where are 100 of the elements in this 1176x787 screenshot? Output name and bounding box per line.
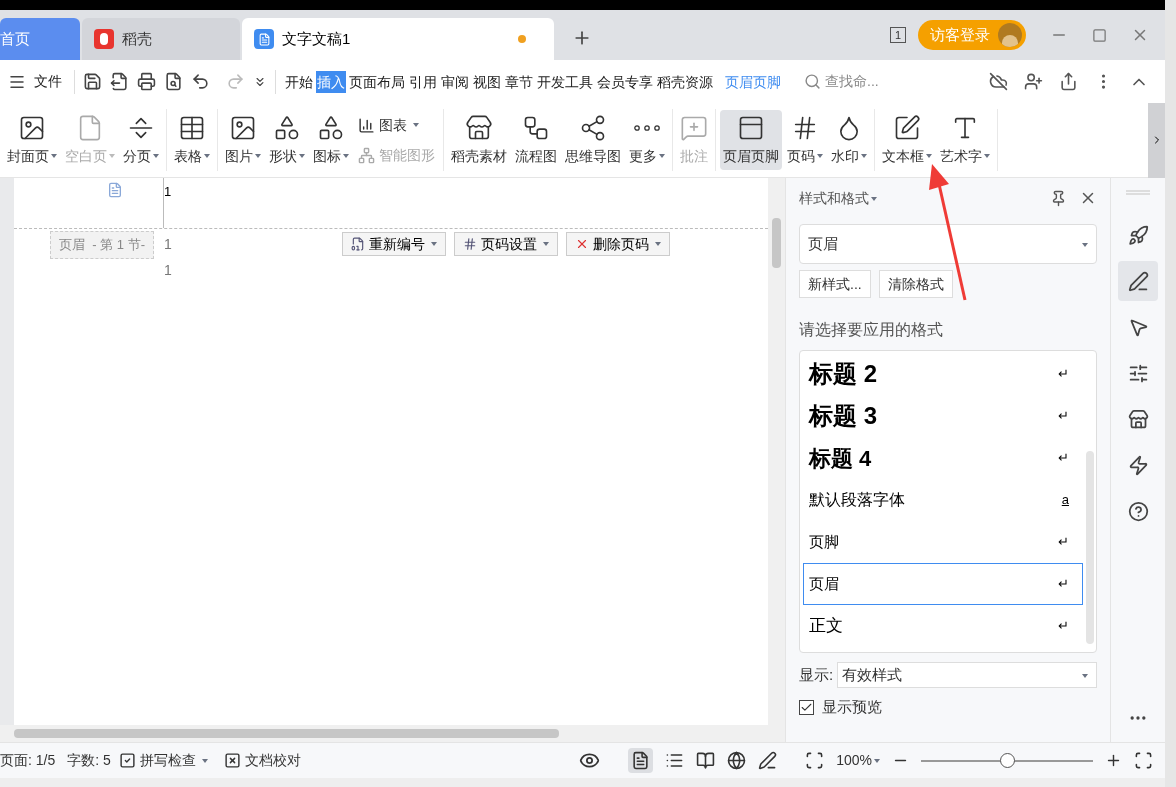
print-icon[interactable] <box>137 72 156 91</box>
panel-title[interactable]: 样式和格式 <box>799 187 877 209</box>
show-dropdown[interactable]: 有效样式 <box>837 662 1097 688</box>
ribbon-tab[interactable]: 引用 <box>408 70 438 93</box>
renumber-icon <box>350 237 365 251</box>
style-dropdown[interactable]: 页眉 <box>799 224 1097 264</box>
slider-thumb[interactable] <box>1000 753 1015 768</box>
ribbon-button[interactable]: 页眉页脚 <box>720 110 782 170</box>
ribbon-tab[interactable]: 开发工具 <box>536 70 594 93</box>
style-mark: ↵ <box>1058 617 1069 636</box>
store-icon <box>465 113 493 142</box>
ribbon-button[interactable]: 水印 <box>828 110 870 170</box>
diagram-icon <box>358 146 375 164</box>
style-item[interactable]: 页眉 ↵ <box>803 563 1083 605</box>
tab-label: 稻壳 <box>122 28 153 49</box>
help-icon[interactable] <box>1127 500 1149 522</box>
fullscreen-icon[interactable] <box>1134 751 1153 770</box>
header-section-label: 页眉 - 第 1 节- <box>50 231 154 259</box>
style-item[interactable]: 正文 ↵ <box>803 605 1083 647</box>
line-number: 1 <box>164 183 172 201</box>
proofread-button[interactable]: 文档校对 <box>223 750 301 771</box>
print-preview-icon[interactable] <box>164 72 183 91</box>
fit-icon[interactable] <box>805 751 825 770</box>
store-icon[interactable] <box>1127 408 1149 430</box>
pen-icon[interactable] <box>758 751 778 770</box>
cross-box-icon <box>223 752 241 769</box>
style-mark: ↵ <box>1058 575 1069 594</box>
pen-icon[interactable] <box>1127 270 1149 292</box>
rocket-icon[interactable] <box>1127 224 1149 246</box>
document-tab[interactable]: 文字文稿1 <box>242 18 554 60</box>
ribbon-button[interactable]: 图表 <box>354 110 439 140</box>
preview-checkbox[interactable] <box>799 699 814 715</box>
style-mark: ↵ <box>1058 533 1069 552</box>
header-tool-button[interactable]: 页码设置 <box>453 232 558 256</box>
ribbon-button[interactable]: 封面页 <box>4 110 60 170</box>
prompt-text: 请选择要应用的格式 <box>799 320 944 340</box>
zoom-in-icon[interactable] <box>1105 752 1122 769</box>
style-item[interactable]: 页脚 ↵ <box>803 521 1083 563</box>
page-count[interactable]: 页面: 1/5 <box>0 750 56 771</box>
drag-handle[interactable] <box>1126 190 1150 195</box>
collaborate-icon[interactable] <box>1024 72 1043 91</box>
ribbon-button[interactable]: 形状 <box>266 110 308 170</box>
list-scrollbar[interactable] <box>1086 451 1094 644</box>
ribbon-button[interactable]: 更多 <box>626 110 668 170</box>
style-item[interactable]: 标题 3 ↵ <box>803 395 1083 437</box>
ribbon-tab[interactable]: 视图 <box>472 70 502 93</box>
horizontal-scrollbar[interactable] <box>0 725 785 742</box>
search-icon[interactable] <box>804 73 821 90</box>
style-mark: ↵ <box>1058 365 1069 384</box>
ribbon-button[interactable]: 稻壳素材 <box>448 110 510 170</box>
undo-icon[interactable] <box>191 72 210 91</box>
ribbon-tab[interactable]: 会员专享 <box>596 70 654 93</box>
sliders-icon[interactable] <box>1127 362 1149 384</box>
ribbon-button[interactable]: 表格 <box>171 110 213 170</box>
hash-icon <box>462 237 477 251</box>
spell-check-button[interactable]: 拼写检查 <box>118 750 208 771</box>
ribbon-button[interactable]: 艺术字 <box>937 110 993 170</box>
zoom-percentage[interactable]: 100% <box>836 750 880 771</box>
reading-view-icon[interactable] <box>696 751 716 770</box>
document-tab[interactable]: 稻壳 <box>82 18 240 60</box>
header-tool-button[interactable]: 删除页码 <box>565 232 670 256</box>
caret-icon <box>871 196 877 201</box>
export-icon[interactable] <box>110 72 129 91</box>
ribbon-tab[interactable]: 稻壳资源 <box>656 70 714 93</box>
vertical-scrollbar[interactable] <box>768 178 785 725</box>
share-icon[interactable] <box>1059 72 1078 91</box>
page-view-icon[interactable] <box>631 751 651 770</box>
ribbon-button[interactable]: 思维导图 <box>562 110 624 170</box>
avatar-icon <box>998 23 1022 47</box>
command-search-field[interactable]: 查找命... <box>825 71 879 92</box>
web-view-icon[interactable] <box>727 751 747 770</box>
ribbon-tab[interactable]: 页眉页脚 <box>724 70 782 93</box>
panel-button[interactable]: 清除格式 <box>878 270 953 298</box>
window-count-button[interactable]: 1 <box>889 27 906 43</box>
outline-view-icon[interactable] <box>665 751 685 770</box>
style-item[interactable]: 默认段落字体 a <box>803 479 1083 521</box>
ribbon-button[interactable]: 图标 <box>310 110 352 170</box>
file-menu[interactable]: 文件 <box>34 71 62 92</box>
pin-icon[interactable] <box>1050 189 1067 207</box>
ribbon-button[interactable]: 页码 <box>784 110 826 170</box>
style-item[interactable]: 标题 2 ↵ <box>803 353 1083 395</box>
word-count[interactable]: 字数: 5 <box>67 750 111 771</box>
caret-icon <box>542 242 549 246</box>
ribbon-tab[interactable]: 审阅 <box>440 70 470 93</box>
zoom-slider[interactable] <box>921 752 1093 769</box>
header-tool-button[interactable]: 重新编号 <box>341 232 446 256</box>
style-item[interactable]: 标题 4 ↵ <box>803 437 1083 479</box>
lightning-icon[interactable] <box>1127 454 1149 476</box>
ribbon-tab[interactable]: 页面布局 <box>348 70 406 93</box>
ribbon-button[interactable]: 流程图 <box>512 110 560 170</box>
ribbon-button[interactable]: 分页 <box>120 110 162 170</box>
show-label: 显示: <box>799 664 834 685</box>
ribbon-button[interactable]: 图片 <box>222 110 264 170</box>
ribbon-button[interactable]: 文本框 <box>879 110 935 170</box>
panel-button[interactable]: 新样式... <box>799 270 871 298</box>
cloud-icon[interactable] <box>989 72 1008 91</box>
caret-icon <box>654 242 661 246</box>
ribbon-tab[interactable]: 开始 <box>284 70 314 93</box>
ribbon-tab[interactable]: 章节 <box>504 70 534 93</box>
save-icon[interactable] <box>83 72 102 91</box>
